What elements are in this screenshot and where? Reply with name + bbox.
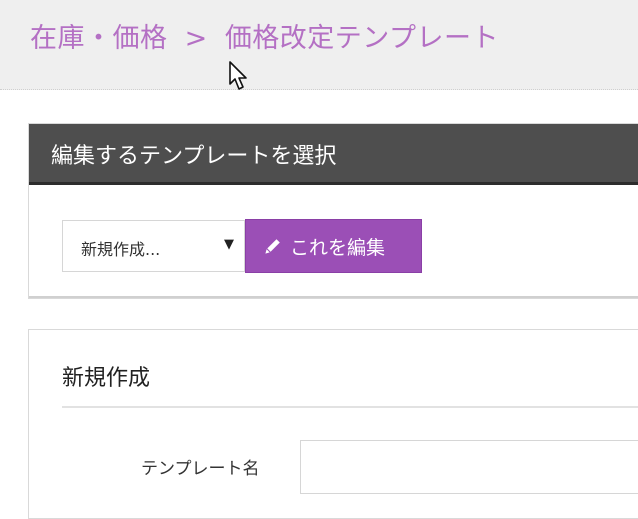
breadcrumb: 在庫・価格 > 価格改定テンプレート — [30, 16, 499, 55]
panel-divider — [29, 296, 638, 298]
panel-title: 編集するテンプレートを選択 — [51, 144, 337, 169]
pencil-icon — [265, 239, 280, 254]
template-select-panel: 編集するテンプレートを選択 新規作成... ▼ これを編集 — [28, 123, 638, 299]
template-name-label: テンプレート名 — [141, 459, 260, 479]
template-select[interactable]: 新規作成... ▼ — [62, 220, 245, 272]
breadcrumb-parent[interactable]: 在庫・価格 — [30, 23, 168, 54]
template-name-input[interactable] — [300, 440, 638, 494]
new-template-panel: 新規作成 テンプレート名 — [28, 329, 638, 519]
mouse-pointer-icon — [229, 61, 247, 90]
template-select-value: 新規作成... — [81, 240, 161, 259]
breadcrumb-separator: > — [184, 23, 208, 54]
section-divider — [62, 406, 638, 408]
panel-header: 編集するテンプレートを選択 — [29, 124, 638, 185]
page-header: 在庫・価格 > 価格改定テンプレート — [0, 0, 638, 90]
section-title: 新規作成 — [62, 366, 151, 391]
edit-template-button-label: これを編集 — [290, 237, 386, 259]
caret-down-icon: ▼ — [224, 237, 234, 252]
breadcrumb-current: 価格改定テンプレート — [224, 23, 500, 54]
edit-template-button[interactable]: これを編集 — [245, 219, 422, 273]
